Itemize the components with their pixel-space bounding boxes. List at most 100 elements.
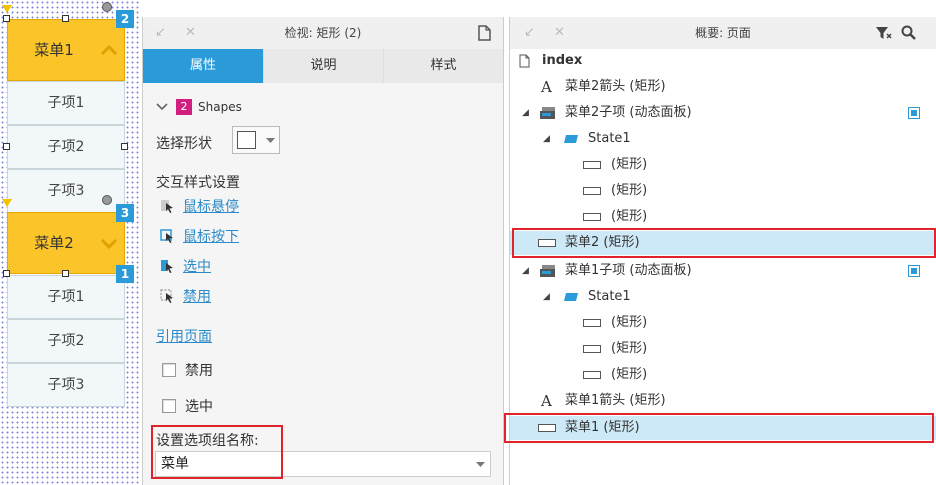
tree-item[interactable]: (矩形) [510,205,936,229]
tree-item[interactable]: (矩形) [510,337,936,361]
menu2-label: 菜单2 [34,234,74,252]
expand-triangle-icon[interactable]: ◢ [543,127,550,151]
outline-title: 概要: 页面 [695,26,751,40]
resize-handle[interactable] [3,143,10,150]
tree-item[interactable]: (矩形) [510,153,936,177]
hover-cursor-icon [161,199,173,213]
tree-item-label: 菜单2子项 (动态面板) [565,105,692,120]
dynamic-panel-icon [540,265,555,277]
resize-handle[interactable] [62,270,69,277]
disabled-cursor-icon [160,288,173,303]
disabled-checkbox-label: 禁用 [185,363,213,379]
tree-item[interactable]: A 菜单1箭头 (矩形) [510,389,936,413]
state-icon [564,135,578,143]
rect-icon [583,345,601,353]
tree-item-state[interactable]: ◢ State1 [510,127,936,151]
tree-item-label: (矩形) [611,367,648,382]
disabled-style-link[interactable]: 禁用 [183,286,211,306]
tree-item-label: (矩形) [611,341,648,356]
tree-item-label: (矩形) [611,157,648,172]
rotate-handle-icon[interactable] [102,195,112,205]
resize-handle[interactable] [62,15,69,22]
tree-item-label: index [542,53,583,68]
selection-count-badge: 2 [116,10,134,28]
tab-style[interactable]: 样式 [384,49,503,83]
expand-triangle-icon[interactable]: ◢ [522,259,529,283]
filter-icon[interactable] [875,26,892,41]
menu2-subitem-1[interactable]: 子项1 [7,275,125,319]
panel-state-toggle-icon[interactable] [908,265,920,277]
tree-item-label: (矩形) [611,183,648,198]
tree-item-dynamic-panel[interactable]: ◢ 菜单1子项 (动态面板) [510,259,936,283]
expand-triangle-icon[interactable]: ◢ [522,101,529,125]
disabled-style-row[interactable]: 禁用 [160,286,211,306]
reference-page-link[interactable]: 引用页面 [156,326,212,346]
anchor-marker-icon [2,5,12,13]
chevron-down-icon [156,103,168,111]
selected-checkbox-label: 选中 [185,399,213,415]
selection-count-badge: 3 [116,204,134,222]
tree-item-state[interactable]: ◢ State1 [510,285,936,309]
menu1-subitem-1[interactable]: 子项1 [7,81,125,125]
tree-item[interactable]: A 菜单2箭头 (矩形) [510,75,936,99]
shapes-count-badge: 2 [176,99,192,115]
panel-state-toggle-icon[interactable] [908,107,920,119]
tree-item[interactable]: (矩形) [510,179,936,203]
shape-picker-dropdown[interactable] [232,126,280,154]
selected-cursor-icon [161,259,173,273]
outline-panel: ↙ ✕ 概要: 页面 index A 菜单2箭头 (矩形) ◢ 菜单2子项 (动… [504,17,936,485]
hover-style-row[interactable]: 鼠标悬停 [160,196,239,216]
dropdown-arrow-icon [266,138,275,143]
highlight-frame [151,425,283,479]
menu1-subitem-3[interactable]: 子项3 [7,169,125,213]
rect-icon [583,161,601,169]
menu2-subitem-2[interactable]: 子项2 [7,319,125,363]
shapes-label: Shapes [198,100,242,114]
tree-item[interactable]: (矩形) [510,311,936,335]
mousedown-style-link[interactable]: 鼠标按下 [183,226,239,246]
hover-style-link[interactable]: 鼠标悬停 [183,196,239,216]
search-icon[interactable] [901,25,916,40]
anchor-marker-icon [2,199,12,207]
selected-checkbox[interactable] [162,399,176,413]
document-icon[interactable] [478,25,491,41]
tree-item-label: State1 [588,131,631,146]
state-icon [564,293,578,301]
chevron-down-icon [100,238,118,249]
mousedown-cursor-icon [160,228,173,243]
design-canvas[interactable]: 菜单1 子项1 子项2 子项3 菜单2 子项1 子项2 子项3 2 3 1 [0,0,140,485]
resize-handle[interactable] [121,143,128,150]
shapes-group[interactable]: 2 Shapes [156,97,242,117]
menu1-label: 菜单1 [34,41,74,59]
menu2-subitem-3[interactable]: 子项3 [7,363,125,407]
rect-shape-icon [237,131,256,149]
resize-handle[interactable] [3,270,10,277]
disabled-checkbox[interactable] [162,363,176,377]
chevron-up-icon [100,44,118,56]
select-shape-label: 选择形状 [156,136,212,152]
tree-item-label: 菜单2箭头 (矩形) [565,79,666,94]
mousedown-style-row[interactable]: 鼠标按下 [160,226,239,246]
page-icon [519,54,530,68]
rotate-handle-icon[interactable] [102,2,112,12]
menu1-subitem-2[interactable]: 子项2 [7,125,125,169]
selected-style-link[interactable]: 选中 [183,256,211,276]
menu1-shape[interactable]: 菜单1 [7,19,125,81]
tree-item-label: (矩形) [611,315,648,330]
rect-icon [583,187,601,195]
inspector-title: 检视: 矩形 (2) [284,26,362,40]
dropdown-arrow-icon[interactable] [476,462,485,468]
rect-icon [583,213,601,221]
menu2-shape[interactable]: 菜单2 [7,212,125,274]
resize-handle[interactable] [3,15,10,22]
tree-item-dynamic-panel[interactable]: ◢ 菜单2子项 (动态面板) [510,101,936,125]
expand-triangle-icon[interactable]: ◢ [543,285,550,309]
tree-item[interactable]: (矩形) [510,363,936,387]
tab-notes[interactable]: 说明 [264,49,384,83]
tree-item-page[interactable]: index [510,49,936,73]
selection-count-badge: 1 [116,265,134,283]
tab-properties[interactable]: 属性 [143,49,264,83]
rect-icon [583,319,601,327]
selected-style-row[interactable]: 选中 [160,256,211,276]
dynamic-panel-icon [540,107,555,119]
